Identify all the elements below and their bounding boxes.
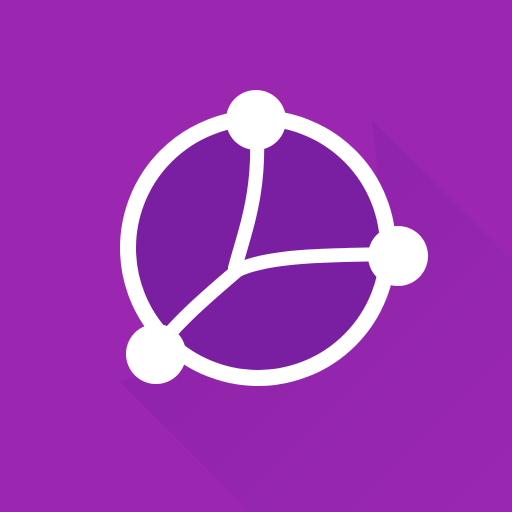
app-icon-canvas	[0, 0, 512, 512]
node-top	[226, 90, 286, 150]
network-globe-icon	[0, 0, 512, 512]
node-bottom-left	[126, 324, 186, 384]
node-right	[368, 226, 428, 286]
